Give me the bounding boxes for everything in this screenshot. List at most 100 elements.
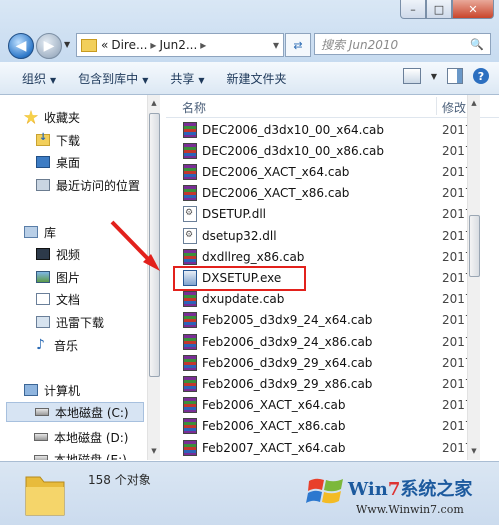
file-name: dsetup32.dll: [202, 228, 277, 243]
nav-item-label: 音乐: [54, 338, 79, 353]
nav-item-label: 本地磁盘 (D:): [54, 430, 129, 445]
nav-item-recent-places[interactable]: 最近访问的位置: [36, 175, 140, 195]
new-folder-button[interactable]: 新建文件夹: [227, 70, 287, 87]
toolbar-right-controls: ▼ ?: [402, 68, 489, 84]
nav-item-drive-e[interactable]: 本地磁盘 (E:): [34, 449, 127, 460]
address-prefix[interactable]: «: [101, 38, 108, 52]
caption-buttons: – □ ✕: [400, 0, 494, 19]
highlight-box: [173, 266, 306, 291]
drive-icon: [34, 433, 48, 441]
column-divider[interactable]: [436, 97, 437, 115]
file-name: Feb2006_d3dx9_29_x86.cab: [202, 376, 373, 391]
nav-item-videos[interactable]: 视频: [36, 244, 80, 264]
file-name: Feb2006_d3dx9_24_x86.cab: [202, 334, 373, 349]
file-row[interactable]: Feb2006_XACT_x64.cab 2017: [166, 395, 499, 416]
file-row[interactable]: DEC2006_XACT_x64.cab 2017: [166, 161, 499, 182]
breadcrumb-separator-icon[interactable]: ▸: [150, 38, 156, 52]
file-row[interactable]: DSETUP.dll2017: [166, 204, 499, 225]
file-name: Feb2006_d3dx9_29_x64.cab: [202, 355, 373, 370]
file-name: dxupdate.cab: [202, 292, 285, 307]
file-name: Feb2007_XACT_x64.cab: [202, 440, 346, 455]
maximize-button[interactable]: □: [426, 0, 452, 19]
recent-pages-dropdown[interactable]: ▼: [64, 40, 70, 49]
cab-file-icon: [183, 291, 197, 308]
drive-icon: [34, 455, 48, 460]
file-row[interactable]: DEC2006_XACT_x86.cab 2017: [166, 183, 499, 204]
back-button[interactable]: ◀: [8, 33, 34, 59]
minimize-button[interactable]: –: [400, 0, 426, 19]
nav-item-downloads[interactable]: 下载: [36, 130, 80, 150]
nav-item-documents[interactable]: 文档: [36, 289, 80, 309]
nav-libraries[interactable]: 库: [24, 222, 56, 242]
refresh-button[interactable]: ⇄: [285, 33, 311, 57]
file-name: DEC2006_d3dx10_00_x64.cab: [202, 122, 385, 137]
drive-icon: [35, 408, 49, 416]
windows-logo-icon: [306, 478, 343, 504]
forward-button[interactable]: ▶: [36, 33, 62, 59]
scroll-up-arrow-icon[interactable]: ▲: [468, 97, 480, 109]
nav-scroll-thumb[interactable]: [149, 113, 160, 377]
file-row[interactable]: DEC2006_d3dx10_00_x64.cab 2017: [166, 119, 499, 140]
cab-file-icon: [183, 418, 197, 435]
column-header-name[interactable]: 名称: [182, 99, 206, 116]
file-row[interactable]: Feb2005_d3dx9_24_x64.cab 2017: [166, 310, 499, 331]
nav-item-drive-d[interactable]: 本地磁盘 (D:): [34, 427, 128, 447]
nav-item-drive-c[interactable]: 本地磁盘 (C:): [6, 402, 144, 422]
video-library-icon: [36, 248, 50, 260]
file-name: dxdllreg_x86.cab: [202, 249, 305, 264]
file-name: DEC2006_XACT_x64.cab: [202, 164, 350, 179]
library-icon: [24, 226, 38, 238]
breadcrumb-separator-icon[interactable]: ▸: [200, 38, 206, 52]
cab-file-icon: [183, 375, 197, 392]
view-dropdown-icon[interactable]: ▼: [431, 72, 437, 81]
file-row[interactable]: dxdllreg_x86.cab 2017: [166, 246, 499, 267]
breadcrumb-jun2010[interactable]: Jun2...: [159, 38, 197, 52]
nav-item-pictures[interactable]: 图片: [36, 267, 80, 287]
file-row[interactable]: dxupdate.cab 2017: [166, 289, 499, 310]
close-button[interactable]: ✕: [452, 0, 494, 19]
nav-computer[interactable]: 计算机: [24, 380, 80, 400]
cab-file-icon: [183, 312, 197, 329]
nav-item-music[interactable]: ♪ 音乐: [36, 335, 78, 355]
scroll-down-arrow-icon[interactable]: ▼: [468, 445, 480, 457]
include-in-library-button[interactable]: 包含到库中 ▼: [78, 70, 148, 87]
search-input[interactable]: 搜索 Jun2010 🔍: [314, 33, 491, 55]
help-icon[interactable]: ?: [473, 68, 489, 84]
address-dropdown-icon[interactable]: ▾: [273, 38, 279, 52]
cab-file-icon: [183, 397, 197, 414]
organize-button[interactable]: 组织 ▼: [22, 70, 56, 87]
file-name: DEC2006_XACT_x86.cab: [202, 186, 350, 201]
music-note-icon: ♪: [36, 337, 45, 353]
nav-item-label: 最近访问的位置: [56, 178, 141, 193]
file-row[interactable]: Feb2006_d3dx9_29_x86.cab 2017: [166, 373, 499, 394]
file-list-scrollbar[interactable]: ▲ ▼: [467, 95, 480, 460]
file-name: Feb2006_XACT_x64.cab: [202, 398, 346, 413]
preview-pane-icon[interactable]: [447, 68, 463, 84]
file-row[interactable]: Feb2006_d3dx9_24_x86.cab 2017: [166, 331, 499, 352]
scroll-up-arrow-icon[interactable]: ▲: [148, 97, 160, 109]
breadcrumb-directx[interactable]: Dire...: [111, 38, 147, 52]
file-row[interactable]: Feb2007_XACT_x64.cab 2017: [166, 437, 499, 458]
file-scroll-thumb[interactable]: [469, 215, 480, 277]
share-button[interactable]: 共享 ▼: [170, 70, 204, 87]
nav-item-thunder-downloads[interactable]: 迅雷下载: [36, 312, 104, 332]
file-name: Feb2006_XACT_x86.cab: [202, 419, 346, 434]
nav-favorites[interactable]: 收藏夹: [24, 107, 80, 127]
dll-file-icon: [183, 227, 197, 244]
recent-places-icon: [36, 179, 50, 191]
change-view-icon[interactable]: [402, 68, 421, 84]
search-icon[interactable]: 🔍: [470, 38, 484, 51]
explorer-window: – □ ✕ ◀ ▶ ▼ « Dire... ▸ Jun2... ▸ ▾ ⇄ 搜索…: [0, 0, 499, 525]
nav-item-desktop[interactable]: 桌面: [36, 152, 80, 172]
file-row[interactable]: Feb2006_d3dx9_29_x64.cab 2017: [166, 352, 499, 373]
download-folder-icon: [36, 132, 50, 146]
cab-file-icon: [183, 333, 197, 350]
file-row[interactable]: DEC2006_d3dx10_00_x86.cab 2017: [166, 140, 499, 161]
cab-file-icon: [183, 185, 197, 202]
file-row[interactable]: Feb2006_XACT_x86.cab 2017: [166, 416, 499, 437]
nav-pane-scrollbar[interactable]: ▲ ▼: [147, 95, 160, 460]
scroll-down-arrow-icon[interactable]: ▼: [148, 445, 160, 457]
nav-computer-label: 计算机: [44, 383, 81, 398]
file-row[interactable]: dsetup32.dll2017: [166, 225, 499, 246]
address-bar[interactable]: « Dire... ▸ Jun2... ▸ ▾: [76, 33, 284, 57]
